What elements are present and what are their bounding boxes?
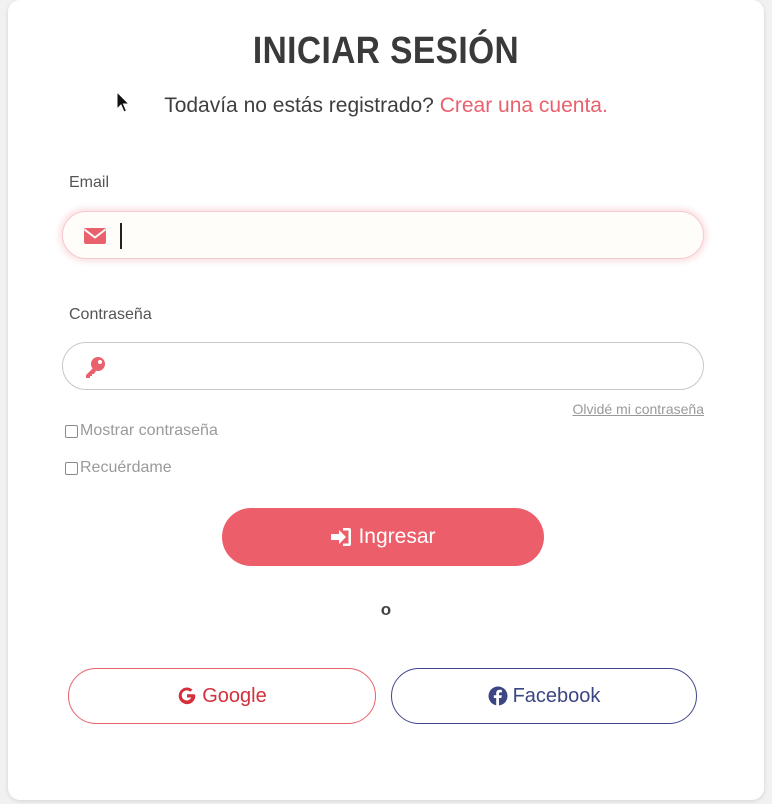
key-icon [83, 356, 107, 378]
facebook-login-button[interactable]: Facebook [391, 668, 697, 724]
login-button-label: Ingresar [358, 525, 436, 548]
show-password-checkbox[interactable] [65, 424, 78, 438]
mouse-pointer-icon [116, 91, 131, 113]
remember-me-label: Recuérdame [80, 459, 172, 476]
login-button[interactable]: Ingresar [222, 508, 544, 566]
separator-text: o [380, 600, 392, 619]
email-field[interactable] [62, 211, 704, 259]
password-label: Contraseña [69, 306, 152, 323]
show-password-label: Mostrar contraseña [80, 422, 218, 439]
google-login-button[interactable]: Google [68, 668, 376, 724]
facebook-icon [488, 686, 508, 706]
google-button-label: Google [202, 684, 267, 707]
show-password-option[interactable]: Mostrar contraseña [65, 422, 218, 440]
remember-me-option[interactable]: Recuérdame [65, 459, 172, 477]
password-input[interactable] [119, 349, 693, 385]
email-input[interactable] [119, 218, 693, 254]
google-icon [178, 687, 196, 705]
page-title: INICIAR SESIÓN [252, 30, 520, 72]
facebook-button-label: Facebook [512, 684, 601, 707]
register-prompt-text: Todavía no estás registrado? [164, 94, 440, 117]
password-field[interactable] [62, 342, 704, 390]
envelope-icon [83, 225, 107, 247]
create-account-link[interactable]: Crear una cuenta. [440, 94, 608, 117]
login-card: INICIAR SESIÓN Todavía no estás registra… [8, 0, 764, 800]
sign-in-icon [331, 528, 352, 546]
email-label: Email [69, 174, 110, 191]
forgot-password-link[interactable]: Olvidé mi contraseña [572, 401, 704, 417]
remember-me-checkbox[interactable] [65, 461, 78, 475]
